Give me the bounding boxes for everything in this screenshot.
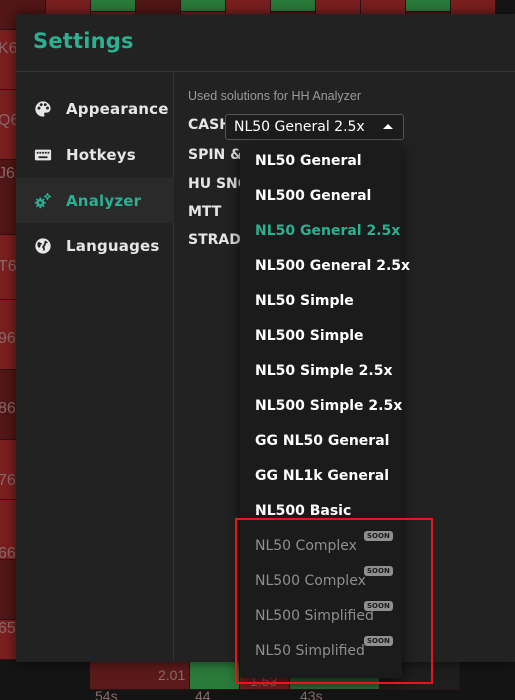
sidebar-item-label: Hotkeys <box>66 145 136 164</box>
cash-solution-select[interactable]: NL50 General 2.5x <box>225 114 404 140</box>
gears-icon <box>34 192 52 208</box>
section-caption: Used solutions for HH Analyzer <box>188 89 361 103</box>
range-cell-label: 43s <box>300 688 323 700</box>
dropdown-option[interactable]: NL50 General 2.5x <box>255 223 400 239</box>
sidebar-item-label: Languages <box>66 236 160 255</box>
caret-up-icon <box>383 124 393 129</box>
range-cell-label: 44 <box>195 688 211 700</box>
dropdown-option[interactable]: NL50 General <box>255 153 362 169</box>
modal-title: Settings <box>33 29 134 53</box>
range-cell-label: 86 <box>0 400 16 417</box>
range-cell-label: K6 <box>0 40 18 57</box>
settings-sidebar: Appearance Hotkeys Analyzer Languages <box>16 72 174 662</box>
sidebar-item-label: Analyzer <box>66 191 142 210</box>
range-cell-label: 2.01 <box>158 667 186 683</box>
dropdown-option[interactable]: NL500 Basic <box>255 503 351 519</box>
range-cell-label: 66 <box>0 545 16 562</box>
sidebar-item-label: Appearance <box>66 99 169 118</box>
annotation-highlight-box <box>235 518 433 684</box>
select-value: NL50 General 2.5x <box>234 119 365 135</box>
dropdown-option[interactable]: NL500 Simple <box>255 328 364 344</box>
range-cell-label: 96 <box>0 330 16 347</box>
globe-icon <box>35 237 51 254</box>
dropdown-option[interactable]: NL500 Simple 2.5x <box>255 398 402 414</box>
range-cell-label: 65 <box>0 620 16 637</box>
range-cell <box>181 0 226 12</box>
sidebar-item-hotkeys[interactable]: Hotkeys <box>16 132 174 177</box>
range-cell-label: 54s <box>95 688 118 700</box>
range-cell <box>91 0 136 12</box>
range-cell <box>271 0 316 12</box>
sidebar-item-appearance[interactable]: Appearance <box>16 86 174 131</box>
sidebar-item-languages[interactable]: Languages <box>16 223 174 268</box>
dropdown-option[interactable]: GG NL1k General <box>255 468 389 484</box>
range-cell <box>406 0 451 12</box>
range-cell-label: T6 <box>0 258 17 275</box>
dropdown-option[interactable]: NL50 Simple <box>255 293 354 309</box>
keyboard-icon <box>34 149 52 160</box>
mtt-label: MTT <box>188 204 222 220</box>
range-cell <box>190 660 240 690</box>
dropdown-option[interactable]: NL500 General <box>255 188 371 204</box>
range-cell-label: 76 <box>0 472 16 489</box>
palette-icon <box>35 100 51 117</box>
sidebar-item-analyzer[interactable]: Analyzer <box>16 178 174 223</box>
dropdown-option[interactable]: NL500 General 2.5x <box>255 258 410 274</box>
dropdown-option[interactable]: NL50 Simple 2.5x <box>255 363 392 379</box>
modal-header: Settings <box>16 14 515 72</box>
dropdown-option[interactable]: GG NL50 General <box>255 433 389 449</box>
